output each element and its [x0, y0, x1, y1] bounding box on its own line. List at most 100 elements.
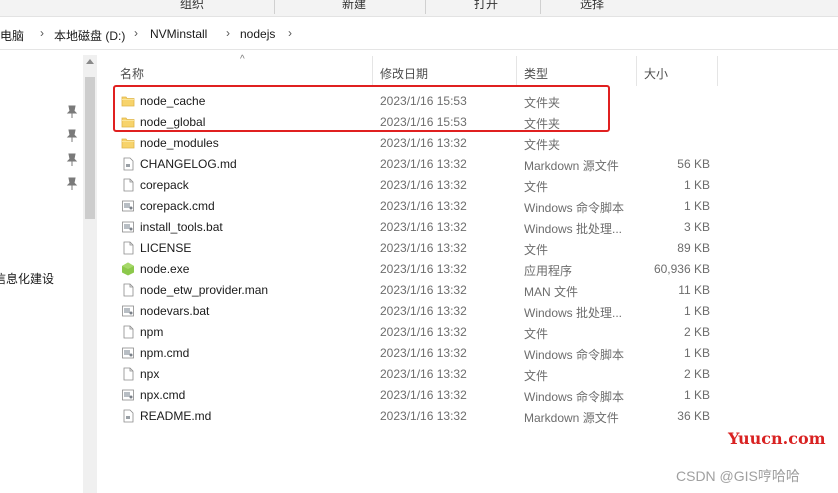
markdown-file-icon	[121, 157, 135, 171]
address-bar[interactable]: 此电脑 › 本地磁盘 (D:) › NVMinstall › nodejs ›	[0, 19, 838, 50]
breadcrumb-nodejs[interactable]: nodejs	[240, 27, 275, 41]
chevron-right-icon[interactable]: ›	[226, 26, 230, 40]
file-type: Windows 批处理...	[524, 222, 623, 236]
file-size: 3 KB	[683, 220, 710, 234]
file-row[interactable]: npm.cmd 2023/1/16 13:32 Windows 命令脚本 1 KB	[112, 343, 722, 364]
ribbon-new[interactable]: 新建	[342, 0, 366, 12]
file-row[interactable]: npx.cmd 2023/1/16 13:32 Windows 命令脚本 1 KB	[112, 385, 722, 406]
script-file-icon	[121, 388, 135, 402]
ribbon-organize[interactable]: 组织	[180, 0, 204, 12]
highlight-box	[113, 85, 610, 132]
ribbon: 组织 新建 打开 选择	[0, 0, 838, 17]
column-header-type[interactable]: 类型	[517, 56, 636, 86]
file-date: 2023/1/16 13:32	[380, 178, 467, 192]
column-header-date[interactable]: 修改日期	[373, 56, 516, 86]
file-type: 应用程序	[524, 264, 573, 278]
script-file-icon	[121, 304, 135, 318]
file-type: 文件	[524, 327, 549, 341]
pin-icon[interactable]	[66, 177, 78, 191]
file-date: 2023/1/16 13:32	[380, 220, 467, 234]
watermark-author: CSDN @GIS哼哈哈	[676, 468, 800, 484]
file-row[interactable]: LICENSE 2023/1/16 13:32 文件 89 KB	[112, 238, 722, 259]
chevron-right-icon[interactable]: ›	[134, 26, 138, 40]
file-date: 2023/1/16 13:32	[380, 409, 467, 423]
file-name: CHANGELOG.md	[140, 157, 237, 171]
file-date: 2023/1/16 13:32	[380, 136, 467, 150]
file-type: Markdown 源文件	[524, 159, 619, 173]
ribbon-select[interactable]: 选择	[580, 0, 604, 12]
file-size: 1 KB	[683, 388, 710, 402]
pin-icon[interactable]	[66, 105, 78, 119]
file-icon	[121, 178, 135, 192]
nav-scrollbar[interactable]	[83, 55, 97, 493]
file-type: Windows 批处理...	[524, 306, 623, 320]
script-file-icon	[121, 220, 135, 234]
file-name: node.exe	[140, 262, 190, 276]
file-type: Windows 命令脚本	[524, 201, 625, 215]
file-row[interactable]: node_modules 2023/1/16 13:32 文件夹	[112, 133, 722, 154]
file-size: 56 KB	[677, 157, 710, 171]
file-row[interactable]: corepack.cmd 2023/1/16 13:32 Windows 命令脚本 1…	[112, 196, 722, 217]
file-name: README.md	[140, 409, 212, 423]
file-type: MAN 文件	[524, 285, 579, 299]
chevron-right-icon[interactable]: ›	[40, 26, 44, 40]
file-size: 1 KB	[683, 199, 710, 213]
file-name: npx	[140, 367, 160, 381]
file-date: 2023/1/16 13:32	[380, 325, 467, 339]
pin-icon[interactable]	[66, 153, 78, 167]
watermark-site: Yuucn.com	[728, 429, 826, 448]
file-date: 2023/1/16 13:32	[380, 304, 467, 318]
file-type: Markdown 源文件	[524, 411, 619, 425]
ribbon-open[interactable]: 打开	[474, 0, 498, 12]
chevron-right-icon[interactable]: ›	[288, 26, 292, 40]
pin-icon[interactable]	[66, 129, 78, 143]
file-row[interactable]: npx 2023/1/16 13:32 文件 2 KB	[112, 364, 722, 385]
file-row[interactable]: npm 2023/1/16 13:32 文件 2 KB	[112, 322, 722, 343]
script-file-icon	[121, 346, 135, 360]
file-type: Windows 命令脚本	[524, 348, 625, 362]
file-date: 2023/1/16 13:32	[380, 199, 467, 213]
file-size: 11 KB	[678, 283, 710, 297]
file-name: npm	[140, 325, 164, 339]
file-icon	[121, 367, 135, 381]
file-size: 89 KB	[677, 241, 710, 255]
file-name: node_modules	[140, 136, 219, 150]
file-size: 1 KB	[683, 178, 710, 192]
nav-item-label[interactable]: 信息化建设	[0, 270, 54, 287]
column-header-type-label: 类型	[524, 67, 549, 81]
folder-icon	[121, 136, 135, 150]
file-size: 36 KB	[677, 409, 710, 423]
column-divider[interactable]	[717, 56, 718, 86]
file-type: Windows 命令脚本	[524, 390, 625, 404]
file-date: 2023/1/16 13:32	[380, 346, 467, 360]
file-row[interactable]: install_tools.bat 2023/1/16 13:32 Windows …	[112, 217, 722, 238]
file-date: 2023/1/16 13:32	[380, 283, 467, 297]
column-header-name[interactable]: 名称	[112, 56, 372, 86]
file-name: corepack.cmd	[140, 199, 215, 213]
nodejs-icon	[121, 262, 135, 276]
file-date: 2023/1/16 13:32	[380, 367, 467, 381]
file-icon	[121, 325, 135, 339]
file-row[interactable]: corepack 2023/1/16 13:32 文件 1 KB	[112, 175, 722, 196]
file-row[interactable]: nodevars.bat 2023/1/16 13:32 Windows 批处理..…	[112, 301, 722, 322]
file-date: 2023/1/16 13:32	[380, 157, 467, 171]
file-type: 文件夹	[524, 138, 561, 152]
file-name: install_tools.bat	[140, 220, 223, 234]
file-type: 文件	[524, 243, 549, 257]
file-row[interactable]: CHANGELOG.md 2023/1/16 13:32 Markdown 源文件 5…	[112, 154, 722, 175]
breadcrumb-drive[interactable]: 本地磁盘 (D:)	[54, 27, 125, 44]
breadcrumb-this-pc[interactable]: 此电脑	[0, 27, 24, 44]
breadcrumb-nvminstall[interactable]: NVMinstall	[150, 27, 207, 41]
file-row[interactable]: README.md 2023/1/16 13:32 Markdown 源文件 36 K…	[112, 406, 722, 427]
script-file-icon	[121, 199, 135, 213]
file-row[interactable]: node.exe 2023/1/16 13:32 应用程序 60,936 KB	[112, 259, 722, 280]
column-header-size-label: 大小	[644, 67, 669, 81]
file-row[interactable]: node_etw_provider.man 2023/1/16 13:32 MAN …	[112, 280, 722, 301]
scrollbar-thumb[interactable]	[85, 77, 95, 219]
ribbon-divider	[425, 0, 426, 14]
scroll-up-arrow-icon[interactable]	[86, 59, 94, 64]
column-header-size[interactable]: 大小	[637, 56, 717, 86]
file-size: 2 KB	[683, 367, 710, 381]
file-type: 文件	[524, 369, 549, 383]
file-name: npm.cmd	[140, 346, 190, 360]
